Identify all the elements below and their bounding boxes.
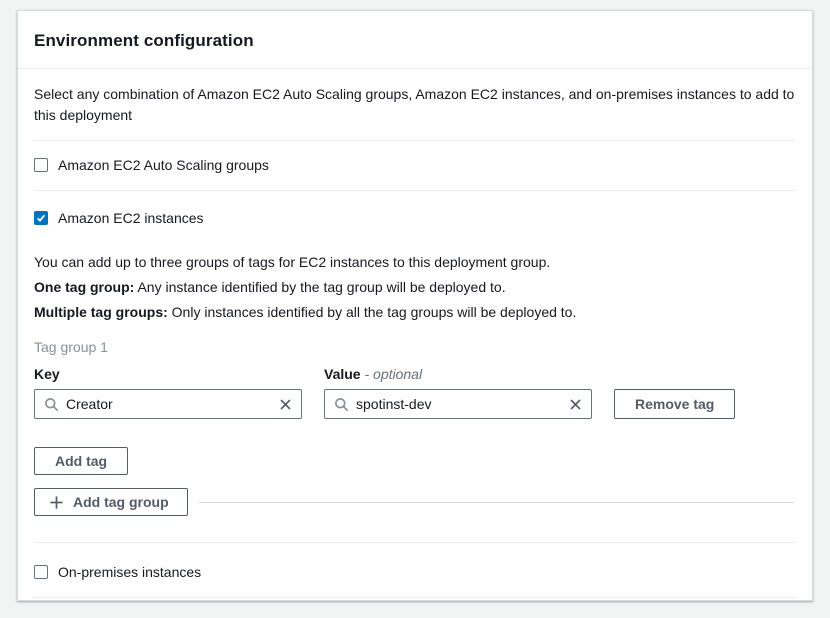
key-clear-button[interactable] (278, 397, 293, 412)
search-icon (44, 397, 59, 412)
add-tag-button[interactable]: Add tag (34, 447, 128, 475)
onprem-checkbox[interactable] (34, 565, 48, 579)
add-tag-group-button[interactable]: Add tag group (34, 488, 188, 516)
value-clear-button[interactable] (568, 397, 583, 412)
value-input-container (324, 389, 592, 419)
key-input[interactable] (66, 396, 271, 412)
asg-checkbox[interactable] (34, 158, 48, 172)
value-optional-hint: - optional (364, 366, 422, 382)
divider (199, 502, 794, 503)
key-input-container (34, 389, 302, 419)
tag-help-intro: You can add up to three groups of tags f… (34, 250, 796, 275)
asg-checkbox-row: Amazon EC2 Auto Scaling groups (34, 141, 796, 190)
plus-icon (49, 495, 64, 510)
panel-description: Select any combination of Amazon EC2 Aut… (34, 69, 796, 140)
add-tag-group-row: Add tag group (34, 488, 796, 516)
tag-row: Key Value - optional (34, 365, 796, 419)
remove-tag-button[interactable]: Remove tag (614, 389, 735, 419)
panel-title: Environment configuration (34, 31, 796, 51)
value-field-column: Value - optional (324, 365, 592, 419)
key-label: Key (34, 365, 302, 383)
tag-help-text: You can add up to three groups of tags f… (34, 250, 796, 325)
close-icon (568, 397, 583, 412)
environment-configuration-panel: Environment configuration Select any com… (17, 10, 813, 601)
tag-help-multi-group: Multiple tag groups: Only instances iden… (34, 300, 796, 325)
key-field-column: Key (34, 365, 302, 419)
check-icon (35, 212, 47, 224)
asg-checkbox-label: Amazon EC2 Auto Scaling groups (58, 157, 269, 173)
divider (34, 597, 796, 598)
tag-help-one-group: One tag group: Any instance identified b… (34, 275, 796, 300)
add-tag-group-label: Add tag group (73, 493, 169, 511)
search-icon (334, 397, 349, 412)
onprem-checkbox-label: On-premises instances (58, 564, 201, 580)
ec2-checkbox-row: Amazon EC2 instances (34, 191, 796, 226)
value-input[interactable] (356, 396, 561, 412)
tag-group-title: Tag group 1 (34, 338, 796, 356)
close-icon (278, 397, 293, 412)
value-label: Value - optional (324, 365, 592, 383)
onprem-checkbox-row: On-premises instances (34, 543, 796, 597)
ec2-checkbox[interactable] (34, 211, 48, 225)
ec2-checkbox-label: Amazon EC2 instances (58, 210, 204, 226)
panel-header: Environment configuration (18, 11, 812, 69)
